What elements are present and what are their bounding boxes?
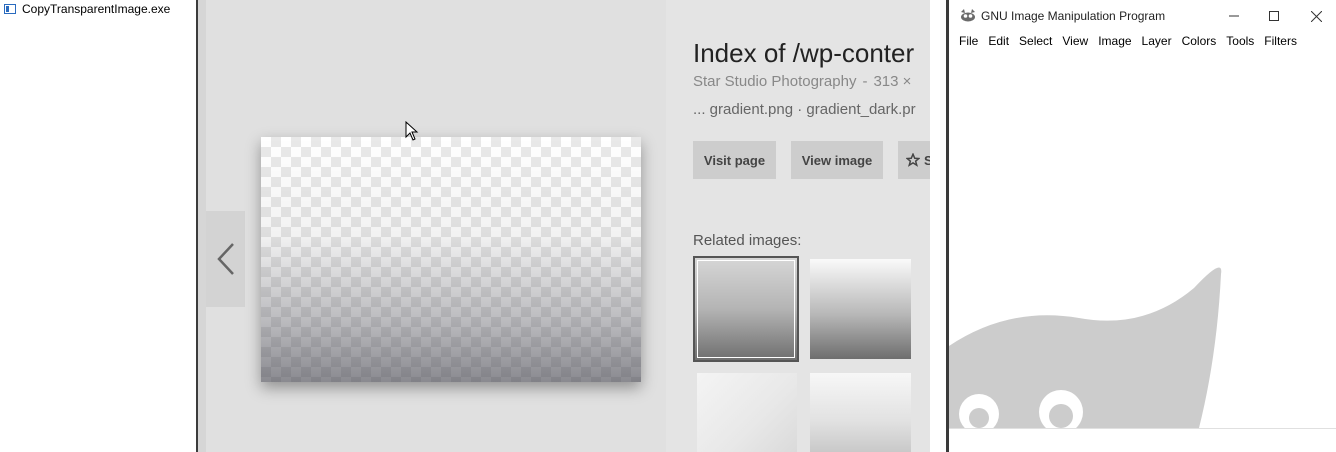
meta-separator: -: [862, 73, 868, 90]
close-button[interactable]: [1305, 6, 1327, 26]
menu-file[interactable]: File: [959, 34, 978, 54]
result-size: 313 ×: [873, 73, 912, 90]
left-window-title: CopyTransparentImage.exe: [22, 2, 171, 16]
maximize-icon: [1269, 11, 1279, 21]
result-files: ... gradient.png · gradient_dark.pr: [693, 101, 916, 118]
transparent-image-preview[interactable]: [261, 137, 641, 382]
left-window: CopyTransparentImage.exe: [0, 0, 196, 452]
minimize-button[interactable]: [1223, 6, 1245, 26]
gimp-titlebar[interactable]: GNU Image Manipulation Program: [949, 0, 1336, 32]
related-image-thumbnail[interactable]: [693, 256, 799, 362]
desktop-gap: [930, 0, 946, 452]
menu-view[interactable]: View: [1062, 34, 1088, 54]
visit-page-button[interactable]: Visit page: [693, 141, 776, 179]
gimp-status-bar: [949, 428, 1336, 452]
gimp-app-icon: [961, 9, 975, 22]
mouse-cursor-icon: [405, 121, 419, 141]
close-icon: [1310, 10, 1322, 22]
minimize-icon: [1229, 15, 1239, 17]
gimp-empty-canvas[interactable]: [949, 56, 1336, 452]
star-icon: [906, 153, 920, 167]
menu-edit[interactable]: Edit: [988, 34, 1009, 54]
left-window-titlebar[interactable]: CopyTransparentImage.exe: [4, 1, 170, 17]
related-image-thumbnail[interactable]: [697, 373, 797, 452]
result-source[interactable]: Star Studio Photography: [693, 73, 856, 90]
menu-image[interactable]: Image: [1098, 34, 1131, 54]
maximize-button[interactable]: [1263, 6, 1285, 26]
result-title[interactable]: Index of /wp-conter: [693, 38, 914, 69]
menu-layer[interactable]: Layer: [1142, 34, 1172, 54]
view-image-button[interactable]: View image: [791, 141, 883, 179]
menu-colors[interactable]: Colors: [1182, 34, 1217, 54]
wilber-mascot-watermark: [949, 267, 1222, 434]
app-window-icon: [4, 4, 16, 14]
related-images-label: Related images:: [693, 232, 802, 249]
menu-tools[interactable]: Tools: [1226, 34, 1254, 54]
image-preview-area: [206, 0, 666, 452]
result-info-panel: Index of /wp-conter Star Studio Photogra…: [693, 0, 930, 452]
save-button[interactable]: S: [898, 141, 930, 179]
related-image-thumbnail[interactable]: [810, 259, 911, 359]
browser-image-viewer: Index of /wp-conter Star Studio Photogra…: [206, 0, 930, 452]
related-image-thumbnail[interactable]: [810, 373, 911, 452]
chevron-left-icon: [216, 243, 234, 275]
menu-filters[interactable]: Filters: [1264, 34, 1297, 54]
menu-select[interactable]: Select: [1019, 34, 1052, 54]
gimp-window-title: GNU Image Manipulation Program: [981, 9, 1166, 23]
gimp-window: GNU Image Manipulation Program File Edit…: [949, 0, 1336, 452]
result-meta: Star Studio Photography -313 ×: [693, 73, 911, 90]
window-frame: [198, 0, 206, 452]
previous-image-button[interactable]: [206, 211, 245, 307]
gimp-menubar: File Edit Select View Image Layer Colors…: [949, 34, 1336, 54]
